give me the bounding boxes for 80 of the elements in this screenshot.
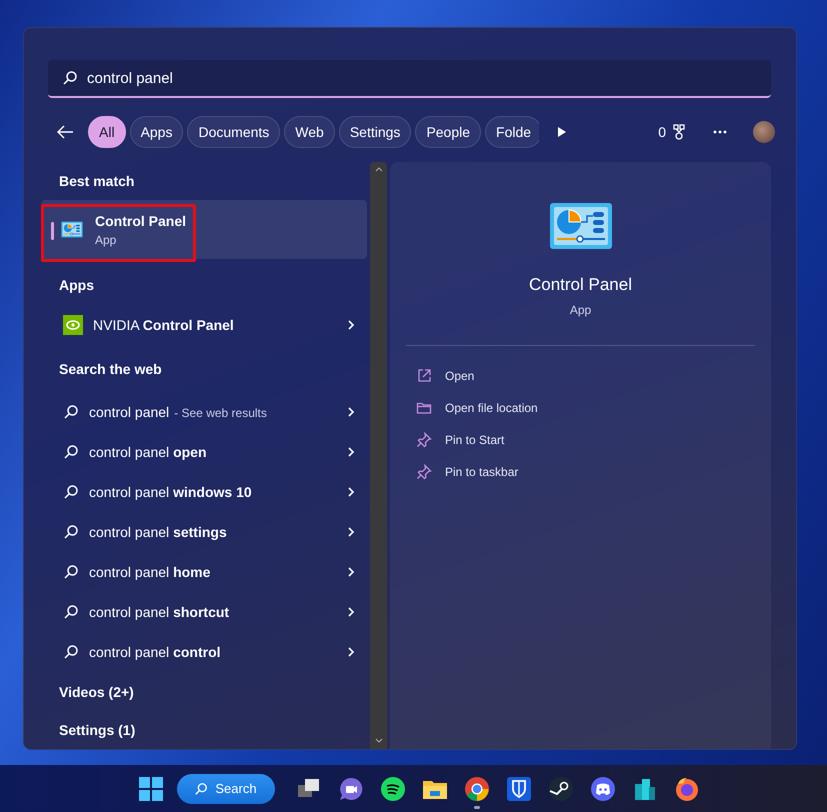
steam-icon[interactable]: [548, 776, 574, 802]
web-result-item[interactable]: control panel open: [41, 432, 367, 472]
app-result-name: NVIDIA Control Panel: [93, 316, 235, 333]
external-link-icon: [416, 368, 432, 384]
section-heading: Apps: [58, 276, 95, 296]
filter-tab[interactable]: All: [88, 116, 126, 148]
chevron-right-icon[interactable]: [347, 486, 355, 498]
more-options-icon[interactable]: [713, 130, 727, 134]
taskbar-search-button[interactable]: Search: [176, 774, 274, 804]
pin-icon: [416, 464, 432, 480]
section-heading: Search the web: [58, 360, 163, 379]
section-heading[interactable]: Settings (1): [41, 710, 367, 749]
search-input[interactable]: control panel: [87, 70, 757, 86]
avatar[interactable]: [753, 121, 775, 143]
play-icon[interactable]: [557, 126, 567, 138]
search-icon: [194, 782, 208, 796]
filter-tab[interactable]: Documents: [187, 116, 280, 148]
filter-tab[interactable]: People: [415, 116, 482, 148]
pin-icon: [416, 432, 432, 448]
web-query: control panel settings: [89, 524, 228, 540]
app-type: App: [95, 232, 118, 247]
control-panel-icon: [548, 202, 612, 250]
web-query: control panel windows 10: [89, 484, 253, 500]
search-icon: [63, 604, 79, 620]
action-item[interactable]: Open file location: [390, 392, 771, 424]
running-indicator: [474, 806, 480, 808]
web-query: control panel open: [89, 444, 208, 460]
music-app-icon[interactable]: [380, 776, 406, 802]
section-heading: Best match: [58, 172, 136, 192]
chevron-right-icon[interactable]: [347, 406, 355, 418]
chat-app-icon[interactable]: [590, 776, 616, 802]
control-panel-icon: [61, 221, 83, 238]
search-icon: [63, 644, 79, 660]
start-icon[interactable]: [138, 776, 162, 800]
folder-icon: [416, 400, 432, 416]
section-heading[interactable]: Videos (2+): [41, 672, 367, 711]
filter-tab[interactable]: Folde: [485, 116, 539, 148]
filter-tab[interactable]: Web: [284, 116, 335, 148]
browser-icon[interactable]: [464, 776, 490, 802]
action-item[interactable]: Pin to taskbar: [390, 456, 771, 488]
filter-tab[interactable]: Settings: [338, 116, 412, 148]
chevron-right-icon[interactable]: [347, 318, 355, 331]
app-name: Control Panel: [95, 212, 186, 229]
app-result-item[interactable]: NVIDIA Control Panel: [41, 307, 367, 342]
best-match-item[interactable]: Control Panel App: [41, 200, 367, 260]
chevron-right-icon[interactable]: [347, 606, 355, 618]
web-result-item[interactable]: control panel home: [41, 552, 367, 592]
fox-browser-icon[interactable]: [674, 776, 700, 802]
detail-title: Control Panel: [528, 275, 632, 295]
action-item[interactable]: Pin to Start: [390, 424, 771, 456]
search-icon: [63, 484, 79, 500]
search-bar[interactable]: control panel: [48, 60, 771, 98]
search-icon: [63, 564, 79, 580]
web-result-item[interactable]: control panel - See web results: [41, 392, 367, 432]
web-query: control panel control: [89, 644, 222, 660]
web-result-item[interactable]: control panel windows 10: [41, 472, 367, 512]
chevron-right-icon[interactable]: [347, 446, 355, 458]
chevron-right-icon[interactable]: [347, 646, 355, 658]
web-query: control panel home: [89, 564, 212, 580]
search-icon: [63, 404, 79, 420]
web-result-item[interactable]: control panel control: [41, 632, 367, 673]
web-result-item[interactable]: control panel shortcut: [41, 592, 367, 632]
search-icon: [62, 70, 78, 86]
detail-subtitle: App: [570, 303, 592, 317]
web-result-item[interactable]: control panel settings: [41, 512, 367, 552]
search-icon: [63, 524, 79, 540]
video-chat-icon[interactable]: [338, 776, 364, 802]
chevron-right-icon[interactable]: [347, 526, 355, 538]
scrollbar[interactable]: [370, 162, 387, 749]
shield-icon[interactable]: [506, 776, 532, 802]
web-query: control panel - See web results: [89, 404, 268, 420]
web-query: control panel shortcut: [89, 604, 230, 620]
app-icon: [63, 314, 83, 335]
action-item[interactable]: Open: [390, 360, 771, 392]
rewards-button[interactable]: 0: [658, 124, 686, 140]
search-icon: [63, 444, 79, 460]
selection-indicator: [51, 222, 54, 240]
chevron-right-icon[interactable]: [347, 566, 355, 578]
back-arrow-icon[interactable]: [56, 124, 74, 140]
filter-tab[interactable]: Apps: [130, 116, 184, 148]
